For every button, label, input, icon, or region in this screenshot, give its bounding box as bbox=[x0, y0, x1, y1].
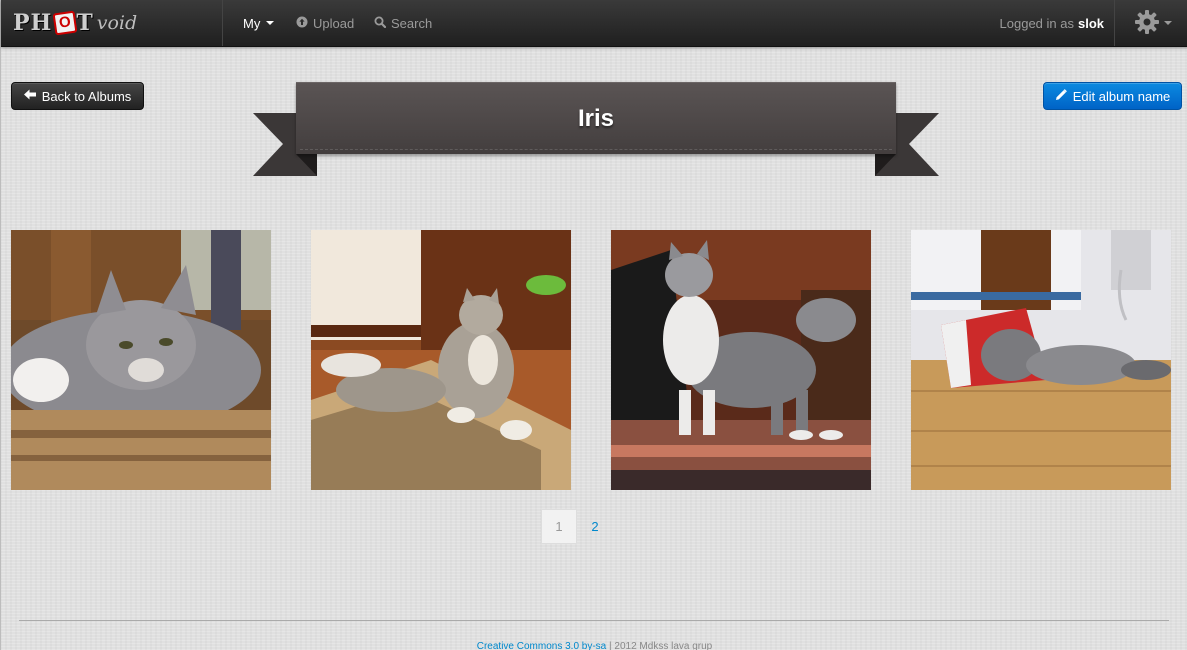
upload-link[interactable]: Upload bbox=[296, 0, 354, 46]
ribbon-banner: Iris bbox=[296, 82, 896, 154]
pagination: 1 2 bbox=[541, 509, 613, 544]
footer-divider bbox=[19, 620, 1169, 621]
photo-cat-lying-image bbox=[11, 230, 271, 490]
photo-thumbnail-1[interactable] bbox=[11, 230, 271, 490]
upload-icon bbox=[296, 16, 308, 31]
edit-album-name-button[interactable]: Edit album name bbox=[1043, 82, 1182, 110]
brand-text: PH bbox=[13, 10, 53, 36]
footer: Creative Commons 3.0 by-sa | 2012 Mdkss … bbox=[1, 641, 1187, 650]
gear-icon bbox=[1134, 9, 1160, 38]
search-label: Search bbox=[391, 15, 433, 31]
license-link[interactable]: Creative Commons 3.0 by-sa bbox=[477, 641, 607, 650]
brand-suffix: void bbox=[96, 12, 138, 34]
my-menu-label: My bbox=[243, 15, 261, 31]
footer-copyright: | 2012 Mdkss lava grup bbox=[609, 641, 713, 650]
photo-cat-sitting-image bbox=[311, 230, 571, 490]
chevron-down-icon bbox=[266, 21, 275, 25]
my-menu-dropdown[interactable]: My bbox=[243, 0, 275, 46]
upload-label: Upload bbox=[313, 15, 355, 31]
photo-cat-standing-image bbox=[611, 230, 871, 490]
chevron-down-icon bbox=[1164, 21, 1172, 25]
top-navbar: PH O T void My Upload Search Logged in a… bbox=[1, 0, 1187, 47]
album-title-ribbon: Iris bbox=[253, 80, 939, 180]
search-link[interactable]: Search bbox=[374, 0, 432, 46]
photo-thumbnail-3[interactable] bbox=[611, 230, 871, 490]
photo-cat-in-box-image bbox=[911, 230, 1171, 490]
page-link-2[interactable]: 2 bbox=[577, 509, 613, 544]
nav-divider-right bbox=[1114, 0, 1115, 46]
back-to-albums-label: Back to Albums bbox=[41, 88, 132, 104]
logged-in-status: Logged in as slok bbox=[1000, 0, 1104, 46]
album-title: Iris bbox=[577, 104, 615, 132]
settings-menu-dropdown[interactable] bbox=[1134, 0, 1172, 46]
brand-o-badge: O bbox=[52, 10, 78, 36]
photo-thumbnail-4[interactable] bbox=[911, 230, 1171, 490]
photo-thumbnail-2[interactable] bbox=[311, 230, 571, 490]
brand-logo[interactable]: PH O T void bbox=[13, 8, 189, 38]
back-to-albums-button[interactable]: Back to Albums bbox=[11, 82, 144, 110]
brand-text-t: T bbox=[76, 10, 94, 36]
pencil-icon bbox=[1055, 88, 1067, 104]
search-icon bbox=[374, 16, 387, 31]
nav-divider bbox=[222, 0, 223, 46]
arrow-left-icon bbox=[23, 89, 36, 103]
logged-in-prefix: Logged in as bbox=[999, 15, 1074, 31]
username: slok bbox=[1077, 15, 1104, 31]
page-link-1[interactable]: 1 bbox=[541, 509, 577, 544]
edit-album-name-label: Edit album name bbox=[1072, 88, 1171, 104]
